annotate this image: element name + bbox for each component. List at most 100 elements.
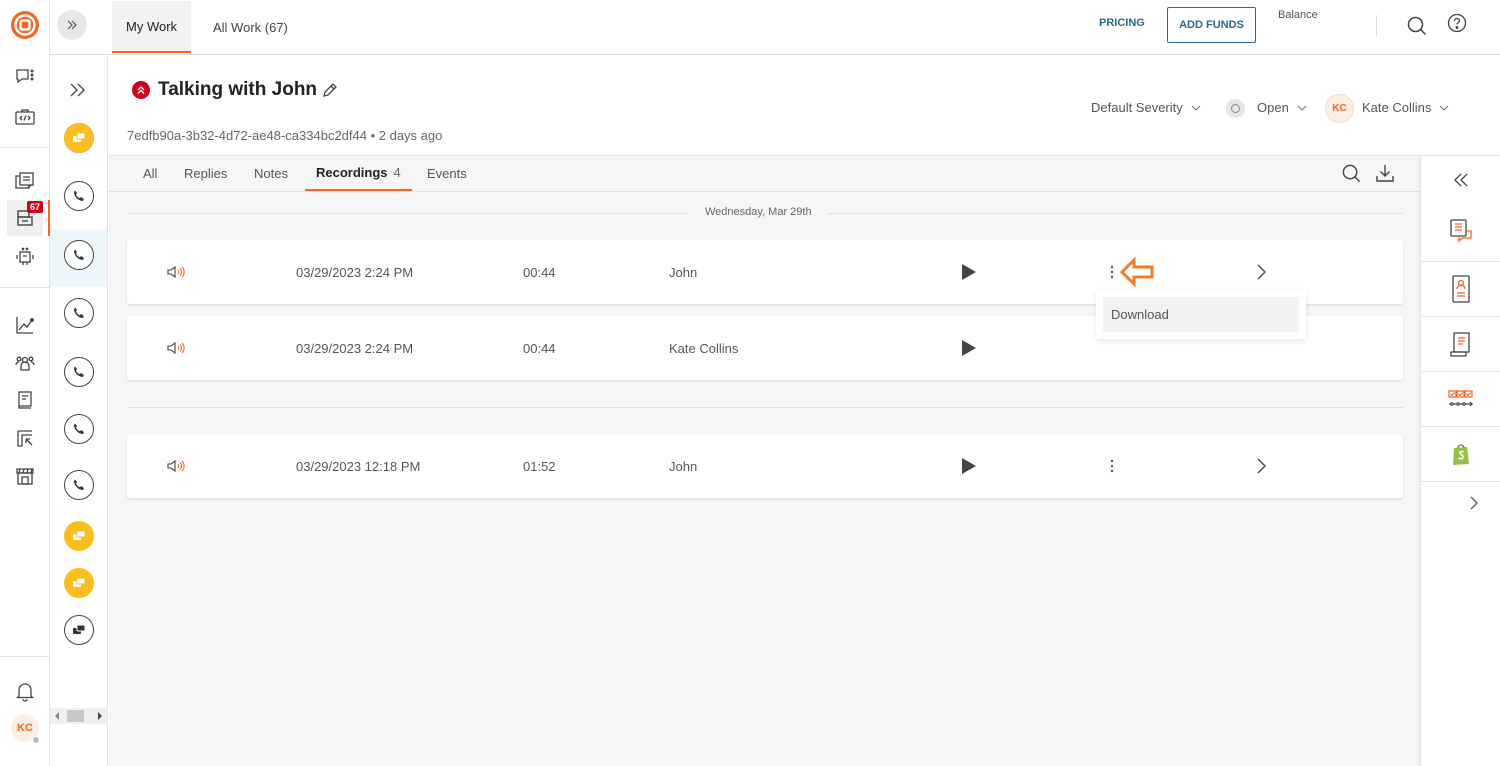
menu-item-download[interactable]: Download (1103, 297, 1299, 332)
recording-row: 03/29/2023 12:18 PM 01:52 John (127, 434, 1403, 498)
double-chevron-right-icon[interactable] (68, 82, 88, 98)
shopify-icon[interactable] (1421, 427, 1500, 482)
transcript-icon[interactable] (1421, 200, 1500, 262)
queue-item-chat[interactable] (64, 568, 94, 598)
group-divider (127, 407, 1403, 408)
phone-icon (74, 423, 84, 434)
date-divider: Wednesday, Mar 29th (689, 206, 828, 218)
tab-my-work[interactable]: My Work (112, 1, 192, 53)
queue-item-call[interactable] (64, 470, 94, 500)
recording-options-menu: Download (1096, 290, 1306, 339)
play-icon (962, 340, 976, 356)
contact-card-icon[interactable] (1421, 262, 1500, 317)
workflow-icon[interactable] (1421, 372, 1500, 427)
recording-duration: 00:44 (523, 264, 556, 280)
analytics-icon[interactable] (10, 310, 40, 340)
assignee-name: Kate Collins (1362, 100, 1432, 115)
expand-recording-button[interactable] (1256, 434, 1266, 498)
play-button[interactable] (961, 316, 977, 380)
add-funds-button[interactable]: ADD FUNDS (1167, 7, 1256, 43)
tab-all-work[interactable]: All Work (67) (199, 0, 302, 54)
scroll-left-arrow[interactable] (55, 712, 59, 720)
recording-duration: 00:44 (523, 340, 556, 356)
severity-label: Default Severity (1091, 100, 1183, 115)
chevron-down-icon (1439, 105, 1449, 111)
code-briefcase-icon[interactable] (10, 102, 40, 132)
assignee-avatar: KC (1325, 94, 1354, 123)
bot-icon[interactable] (10, 242, 40, 272)
chevron-down-icon (1191, 105, 1201, 111)
chat-bubbles-icon (73, 577, 86, 587)
expand-sidebar-button[interactable] (57, 10, 87, 40)
scroll-thumb[interactable] (67, 710, 84, 722)
team-icon[interactable] (10, 348, 40, 378)
tab-replies[interactable]: Replies (184, 156, 227, 191)
more-options-button[interactable] (1110, 434, 1114, 498)
phone-icon (74, 366, 84, 377)
divider (1376, 15, 1377, 37)
campaign-icon[interactable] (10, 423, 40, 453)
notes-scroll-icon[interactable] (1421, 317, 1500, 372)
inbox-badge: 67 (27, 201, 43, 213)
recordings-panel: All Replies Notes Recordings 4 Events We… (109, 156, 1420, 766)
presence-indicator (32, 736, 40, 744)
recordings-count: 4 (393, 165, 401, 180)
chat-menu-icon[interactable] (10, 62, 40, 92)
balance-label: Balance (1278, 9, 1318, 21)
search-icon[interactable] (1406, 15, 1428, 37)
status-dropdown[interactable]: Open (1257, 100, 1307, 115)
play-icon (962, 264, 976, 280)
store-icon[interactable] (10, 461, 40, 491)
recording-speaker: John (669, 458, 698, 474)
bell-icon[interactable] (10, 676, 40, 706)
speaker-volume-icon (167, 240, 187, 304)
chat-bubbles-icon (73, 132, 86, 142)
search-recordings-icon[interactable] (1341, 163, 1362, 184)
queue-item-call[interactable] (64, 298, 94, 328)
recording-speaker: Kate Collins (669, 340, 739, 356)
phone-icon (74, 307, 84, 318)
priority-high-icon (132, 81, 150, 99)
app-logo[interactable] (10, 10, 40, 40)
tab-notes[interactable]: Notes (254, 156, 288, 191)
queue-item-call[interactable] (64, 357, 94, 387)
assignee-dropdown[interactable]: Kate Collins (1362, 100, 1449, 115)
tab-all[interactable]: All (143, 156, 157, 191)
recording-datetime: 03/29/2023 2:24 PM (296, 264, 414, 280)
highlight-arrow-icon (1120, 257, 1156, 287)
queue-item-call[interactable] (64, 240, 94, 270)
play-button[interactable] (961, 434, 977, 498)
queue-item-chat-dark[interactable] (64, 615, 94, 645)
phone-icon (74, 249, 84, 260)
scroll-right-arrow[interactable] (98, 712, 102, 720)
expand-panel-chevron-icon[interactable] (1469, 496, 1479, 510)
right-panel (1420, 156, 1500, 766)
kebab-menu-icon (1110, 459, 1114, 473)
help-icon[interactable] (1447, 13, 1467, 33)
queue-item-chat[interactable] (64, 521, 94, 551)
play-button[interactable] (961, 240, 977, 304)
collapse-panel-icon[interactable] (1453, 172, 1469, 188)
kebab-menu-icon (1110, 265, 1114, 279)
tab-events[interactable]: Events (427, 156, 467, 191)
pricing-link[interactable]: PRICING (1099, 17, 1145, 29)
queue-item-call[interactable] (64, 414, 94, 444)
download-all-icon[interactable] (1375, 163, 1395, 183)
chat-bubbles-icon (73, 530, 86, 540)
horizontal-scrollbar[interactable] (50, 708, 107, 724)
status-label: Open (1257, 100, 1289, 115)
queue-item-chat[interactable] (64, 123, 94, 153)
chevron-down-icon (1297, 105, 1307, 111)
edit-title-icon[interactable] (321, 82, 338, 99)
page-title: Talking with John (158, 79, 318, 100)
phone-icon (74, 190, 84, 201)
severity-dropdown[interactable]: Default Severity (1091, 100, 1201, 115)
tab-recordings[interactable]: Recordings 4 (305, 156, 412, 191)
top-bar: My Work All Work (67) PRICING ADD FUNDS … (50, 0, 1500, 55)
knowledge-book-icon[interactable] (10, 385, 40, 415)
chevron-right-icon (1257, 458, 1266, 474)
rail-item-inbox-active[interactable]: 67 (7, 200, 43, 236)
queue-item-call[interactable] (64, 181, 94, 211)
conversations-icon[interactable] (10, 167, 40, 197)
play-icon (962, 458, 976, 474)
